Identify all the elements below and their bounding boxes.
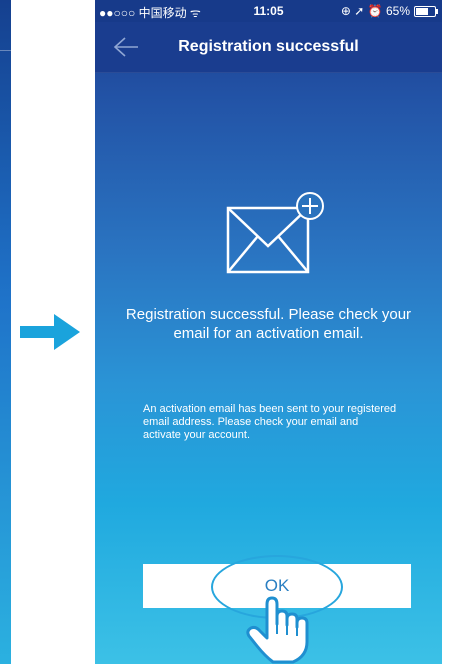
battery-icon — [414, 5, 438, 17]
previous-screen-divider — [0, 50, 11, 51]
envelope-plus-icon — [226, 192, 324, 274]
ok-button[interactable]: OK — [143, 564, 411, 608]
right-arrow-icon — [20, 314, 80, 350]
status-bar: ●●○○○ 中国移动 ᯤ 11:05 ⊕ ➚ ⏰ 65% — [95, 0, 442, 22]
phone-screen: ●●○○○ 中国移动 ᯤ 11:05 ⊕ ➚ ⏰ 65% Registratio… — [95, 0, 442, 664]
success-headline: Registration successful. Please check yo… — [125, 306, 412, 342]
previous-screen-edge — [0, 0, 11, 664]
status-indicators: ⊕ ➚ ⏰ 65% — [340, 4, 438, 18]
status-indicator-text: ⊕ ➚ ⏰ 65% — [340, 4, 410, 18]
activation-message: An activation email has been sent to you… — [143, 403, 397, 441]
page-title: Registration successful — [178, 38, 359, 55]
navigation-bar: Registration successful — [95, 22, 442, 73]
